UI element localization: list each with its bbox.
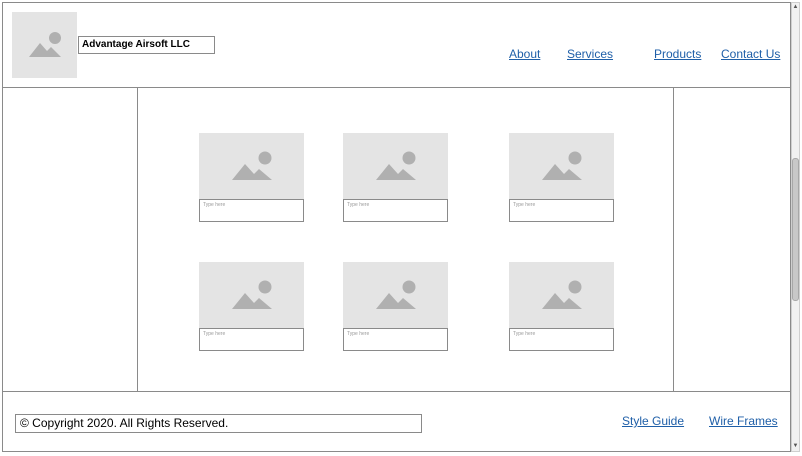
gallery-card: Type here — [509, 262, 614, 352]
caption-input[interactable]: Type here — [343, 199, 448, 222]
gallery-image-placeholder — [509, 262, 614, 328]
gallery-image-placeholder — [343, 262, 448, 328]
gallery-content: Type here Type here Type here Type here — [137, 87, 674, 392]
caption-input[interactable]: Type here — [199, 199, 304, 222]
nav-link-services[interactable]: Services — [567, 47, 613, 61]
nav-link-contact-us[interactable]: Contact Us — [721, 47, 780, 61]
logo-image-placeholder — [12, 12, 77, 78]
nav-link-products[interactable]: Products — [654, 47, 701, 61]
nav-link-about[interactable]: About — [509, 47, 540, 61]
caption-input[interactable]: Type here — [509, 328, 614, 351]
gallery-image-placeholder — [343, 133, 448, 199]
gallery-image-placeholder — [509, 133, 614, 199]
gallery-card: Type here — [343, 133, 448, 223]
image-placeholder-icon — [375, 280, 416, 309]
caption-input[interactable]: Type here — [199, 328, 304, 351]
scroll-up-arrow-icon[interactable]: ▲ — [792, 3, 799, 12]
image-placeholder-icon — [231, 280, 272, 309]
scroll-thumb[interactable] — [792, 158, 799, 301]
caption-input[interactable]: Type here — [343, 328, 448, 351]
gallery-card: Type here — [343, 262, 448, 352]
gallery-card: Type here — [199, 133, 304, 223]
company-name-field[interactable]: Advantage Airsoft LLC — [78, 36, 215, 54]
image-placeholder-icon — [541, 280, 582, 309]
image-placeholder-icon — [541, 151, 582, 180]
vertical-scrollbar[interactable]: ▲ ▼ — [791, 2, 800, 452]
image-placeholder-icon — [28, 32, 61, 57]
gallery-image-placeholder — [199, 262, 304, 328]
footer: © Copyright 2020. All Rights Reserved. S… — [3, 391, 790, 452]
header: Advantage Airsoft LLC About Services Pro… — [3, 3, 790, 88]
gallery-card: Type here — [509, 133, 614, 223]
scroll-down-arrow-icon[interactable]: ▼ — [792, 442, 799, 451]
copyright-text: © Copyright 2020. All Rights Reserved. — [15, 414, 422, 433]
gallery-image-placeholder — [199, 133, 304, 199]
gallery-card: Type here — [199, 262, 304, 352]
footer-link-style-guide[interactable]: Style Guide — [622, 414, 684, 428]
image-placeholder-icon — [231, 151, 272, 180]
footer-link-wire-frames[interactable]: Wire Frames — [709, 414, 778, 428]
image-placeholder-icon — [375, 151, 416, 180]
caption-input[interactable]: Type here — [509, 199, 614, 222]
